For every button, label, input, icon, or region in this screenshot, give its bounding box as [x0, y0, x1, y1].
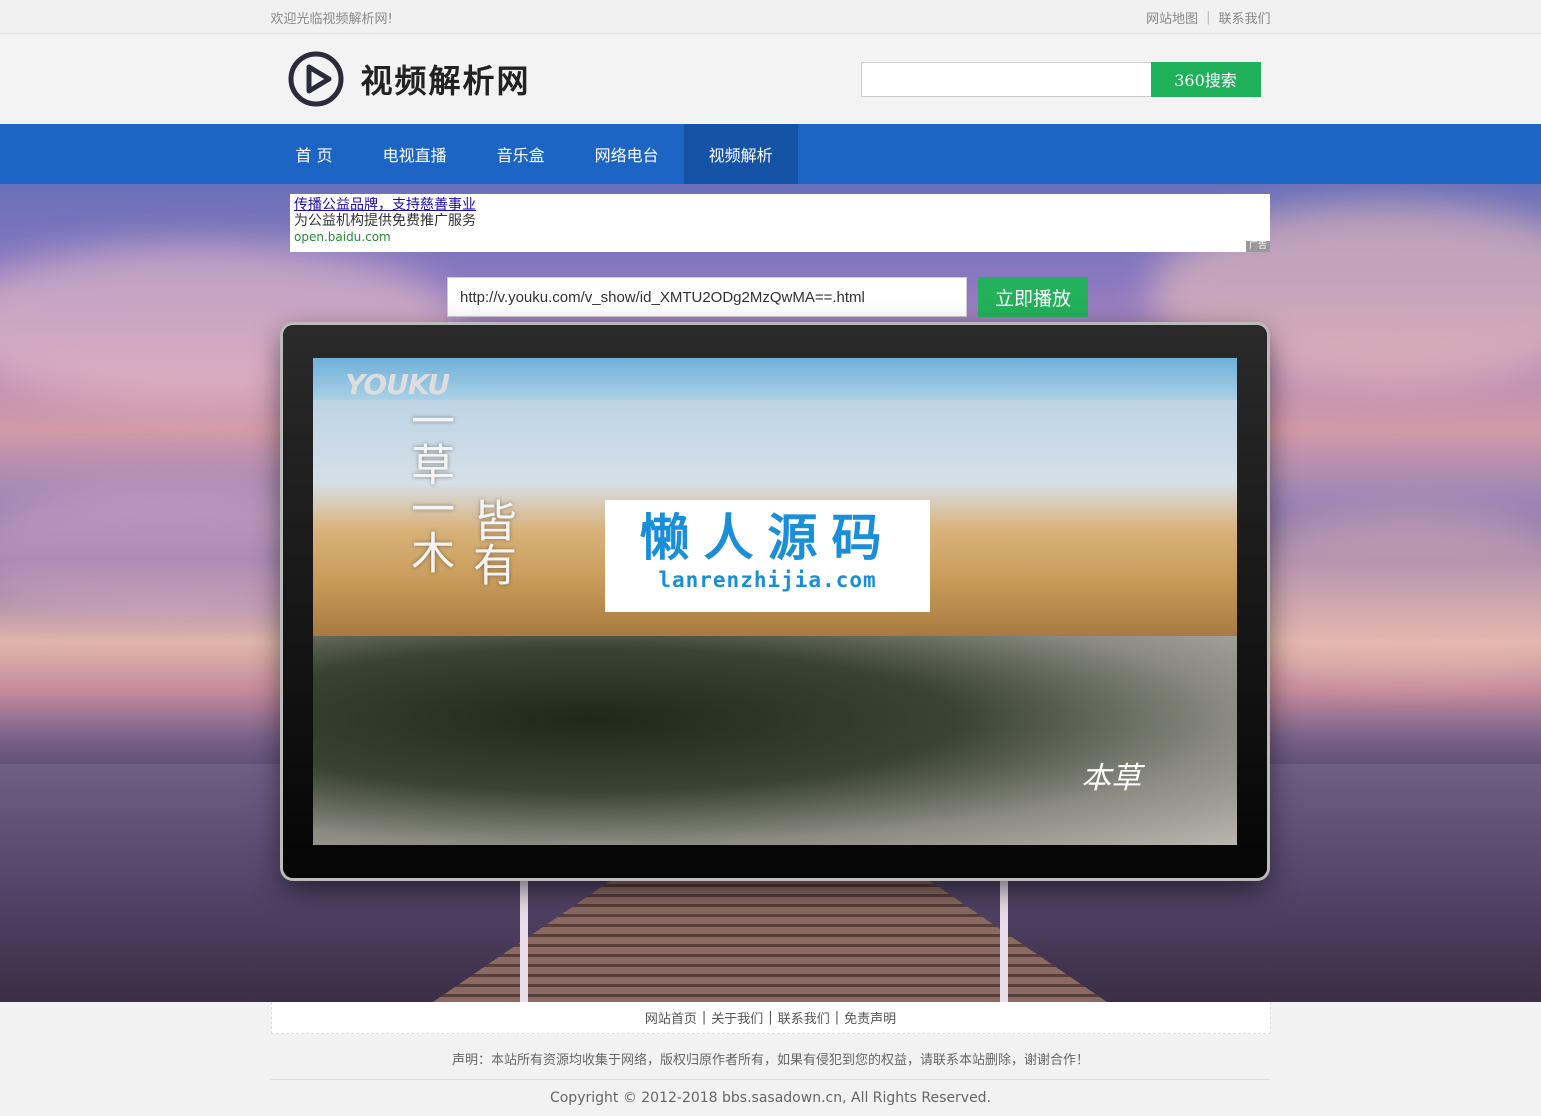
main-nav: 首 页 电视直播 音乐盒 网络电台 视频解析: [0, 124, 1541, 184]
video-forest: [313, 636, 1237, 845]
video-url-input[interactable]: [447, 277, 967, 317]
top-links-separator: |: [1206, 9, 1211, 25]
sitemap-link[interactable]: 网站地图: [1146, 8, 1198, 27]
footer-link-home[interactable]: 网站首页: [645, 1008, 697, 1027]
youku-logo: YOUKU: [345, 368, 450, 401]
nav-item-music-box[interactable]: 音乐盒: [472, 124, 570, 184]
video-parse-form: 立即播放: [447, 277, 1088, 317]
watermark: 懒人源码 lanrenzhijia.com: [605, 500, 930, 612]
footer-divider: [270, 1079, 1271, 1080]
copyright: Copyright © 2012-2018 bbs.sasadown.cn, A…: [549, 1090, 992, 1106]
pier-rail: [1000, 874, 1008, 1002]
site-footer: 网站首页 | 关于我们 | 联系我们 | 免责声明 声明：本站所有资源均收集于网…: [0, 1002, 1541, 1116]
video-caption-col2: 皆有: [465, 498, 516, 586]
search-box: 360搜索: [860, 61, 1261, 97]
footer-notice: 声明：本站所有资源均收集于网络，版权归原作者所有，如果有侵犯到您的权益，请联系本…: [451, 1053, 1089, 1068]
search-button[interactable]: 360搜索: [1150, 61, 1261, 97]
footer-separator: |: [701, 1010, 707, 1025]
watermark-cn: 懒人源码: [639, 509, 896, 567]
footer-separator: |: [834, 1010, 840, 1025]
search-input[interactable]: [860, 61, 1151, 97]
footer-separator: |: [768, 1010, 773, 1025]
video-corner-mark: 本草: [1081, 761, 1141, 796]
play-circle-icon: [288, 51, 343, 107]
contact-link[interactable]: 联系我们: [1218, 8, 1270, 27]
footer-link-contact[interactable]: 联系我们: [778, 1008, 830, 1027]
ad-tag: 广告: [1245, 241, 1270, 252]
site-name: 视频解析网: [360, 62, 531, 100]
nav-item-home[interactable]: 首 页: [271, 124, 358, 184]
video-sky: [313, 358, 1237, 400]
ad-description: 为公益机构提供免费推广服务: [294, 213, 476, 229]
ad-url: open.baidu.com: [294, 230, 391, 244]
footer-link-disclaimer[interactable]: 免责声明: [844, 1008, 896, 1027]
play-now-button[interactable]: 立即播放: [978, 277, 1088, 317]
pier-rail: [520, 874, 528, 1002]
video-caption-col1: 一草一木: [403, 398, 454, 574]
nav-item-video-parse[interactable]: 视频解析: [683, 124, 798, 184]
welcome-text: 欢迎光临视频解析网!: [270, 11, 393, 27]
nav-item-radio[interactable]: 网络电台: [570, 124, 684, 184]
hero-section: 传播公益品牌，支持慈善事业 为公益机构提供免费推广服务 open.baidu.c…: [0, 184, 1541, 1002]
footer-link-about[interactable]: 关于我们: [711, 1008, 763, 1027]
footer-nav: 网站首页 | 关于我们 | 联系我们 | 免责声明: [270, 1002, 1271, 1034]
ad-title[interactable]: 传播公益品牌，支持慈善事业: [294, 197, 1266, 213]
watermark-url: lanrenzhijia.com: [658, 568, 877, 592]
tv-frame: YOUKU 一草一木 皆有 本草 懒人源码 lanrenzhijia.com: [283, 325, 1267, 878]
site-header: 视频解析网 360搜索: [0, 34, 1541, 124]
site-logo[interactable]: 视频解析网: [271, 50, 531, 108]
video-player[interactable]: YOUKU 一草一木 皆有 本草 懒人源码 lanrenzhijia.com: [313, 358, 1237, 845]
top-links: 网站地图 | 联系我们: [1146, 8, 1270, 27]
ad-banner[interactable]: 传播公益品牌，支持慈善事业 为公益机构提供免费推广服务 open.baidu.c…: [290, 194, 1270, 252]
top-bar: 欢迎光临视频解析网! 网站地图 | 联系我们: [0, 0, 1541, 34]
nav-item-tv-live[interactable]: 电视直播: [358, 124, 472, 184]
